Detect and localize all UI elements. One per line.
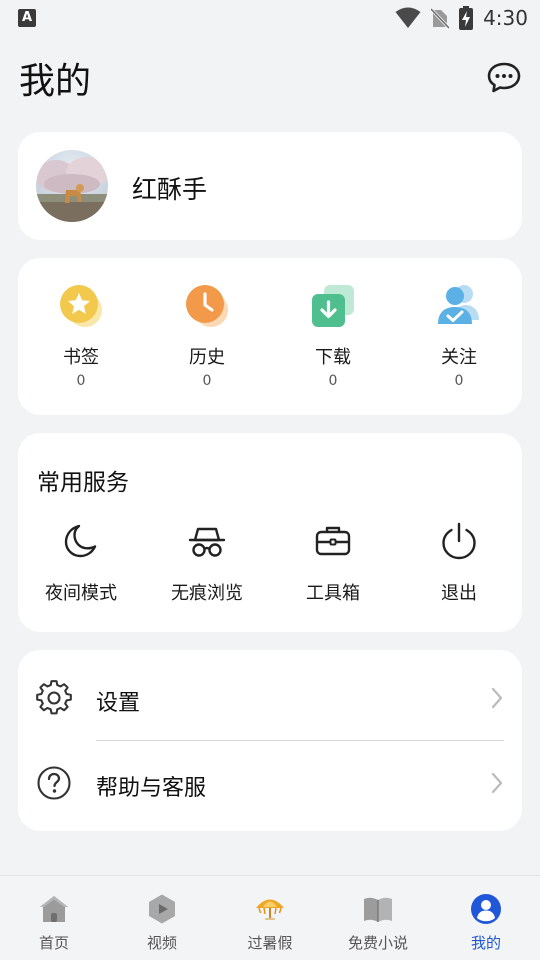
stat-downloads[interactable]: 下载 0 bbox=[270, 258, 396, 415]
video-icon bbox=[149, 894, 175, 924]
stat-count: 0 bbox=[202, 373, 212, 389]
clock-icon bbox=[186, 285, 228, 327]
keyboard-indicator-icon: A bbox=[18, 9, 36, 27]
stats-card: 书签 0 历史 0 下载 0 关注 0 bbox=[18, 258, 522, 415]
service-logout[interactable]: 退出 bbox=[396, 519, 522, 605]
toolbox-icon bbox=[315, 526, 351, 556]
status-time: 4:30 bbox=[483, 6, 528, 30]
service-label: 夜间模式 bbox=[45, 583, 117, 604]
service-row: 夜间模式 无痕浏览 工具箱 退出 bbox=[18, 519, 522, 605]
list-label: 设置 bbox=[96, 691, 141, 716]
page-title: 我的 bbox=[19, 61, 92, 102]
service-label: 退出 bbox=[441, 583, 477, 604]
stat-bookmarks[interactable]: 书签 0 bbox=[18, 258, 144, 415]
gear-icon bbox=[36, 680, 72, 715]
services-card: 常用服务 夜间模式 无痕浏览 工具箱 退出 bbox=[18, 433, 522, 632]
battery-charging-icon bbox=[459, 6, 474, 30]
list-item-settings[interactable]: 设置 bbox=[18, 655, 522, 741]
username: 红酥手 bbox=[132, 175, 208, 204]
download-icon bbox=[312, 285, 354, 327]
nav-label: 过暑假 bbox=[247, 934, 293, 952]
chevron-right-icon bbox=[491, 687, 503, 709]
help-icon bbox=[37, 766, 71, 800]
stat-count: 0 bbox=[328, 373, 338, 389]
list-item-help[interactable]: 帮助与客服 bbox=[18, 740, 522, 826]
incognito-icon bbox=[188, 527, 226, 557]
parasol-icon bbox=[256, 899, 284, 920]
star-icon bbox=[60, 285, 102, 327]
nav-profile[interactable]: 我的 bbox=[432, 876, 540, 960]
nav-label: 免费小说 bbox=[347, 934, 408, 952]
status-bar: A 4:30 bbox=[0, 0, 540, 36]
stat-label: 关注 bbox=[441, 347, 477, 368]
nav-video[interactable]: 视频 bbox=[108, 876, 216, 960]
dog-photo-avatar bbox=[36, 150, 108, 222]
stat-label: 历史 bbox=[189, 347, 225, 368]
nav-label: 我的 bbox=[470, 934, 501, 952]
stat-count: 0 bbox=[76, 373, 86, 389]
stat-count: 0 bbox=[454, 373, 464, 389]
profile-icon bbox=[471, 894, 501, 924]
message-button[interactable] bbox=[486, 60, 522, 96]
settings-list-card: 设置 帮助与客服 bbox=[18, 650, 522, 831]
service-incognito[interactable]: 无痕浏览 bbox=[144, 519, 270, 605]
chat-bubble-icon bbox=[487, 62, 521, 93]
home-icon bbox=[40, 896, 68, 922]
book-icon bbox=[364, 897, 392, 922]
nav-label: 视频 bbox=[146, 934, 177, 952]
list-label: 帮助与客服 bbox=[96, 776, 207, 801]
power-icon bbox=[442, 522, 476, 560]
moon-icon bbox=[64, 524, 97, 558]
section-title: 常用服务 bbox=[37, 470, 129, 496]
wifi-icon bbox=[395, 7, 421, 28]
nav-novel[interactable]: 免费小说 bbox=[324, 876, 432, 960]
stat-label: 书签 bbox=[63, 347, 99, 368]
follow-user-icon bbox=[438, 285, 479, 324]
stat-history[interactable]: 历史 0 bbox=[144, 258, 270, 415]
bottom-nav: 首页 视频 过暑假 免费小说 我的 bbox=[0, 875, 540, 960]
avatar[interactable] bbox=[36, 150, 108, 222]
service-toolbox[interactable]: 工具箱 bbox=[270, 519, 396, 605]
service-night-mode[interactable]: 夜间模式 bbox=[18, 519, 144, 605]
nav-label: 首页 bbox=[38, 934, 69, 952]
profile-card[interactable]: 红酥手 bbox=[18, 132, 522, 240]
chevron-right-icon bbox=[491, 772, 503, 794]
nav-summer[interactable]: 过暑假 bbox=[216, 876, 324, 960]
stat-label: 下载 bbox=[315, 347, 351, 368]
nav-home[interactable]: 首页 bbox=[0, 876, 108, 960]
service-label: 工具箱 bbox=[306, 583, 360, 604]
stat-following[interactable]: 关注 0 bbox=[396, 258, 522, 415]
status-icons: 4:30 bbox=[395, 5, 528, 31]
service-label: 无痕浏览 bbox=[171, 583, 243, 604]
no-sim-icon bbox=[431, 7, 450, 29]
